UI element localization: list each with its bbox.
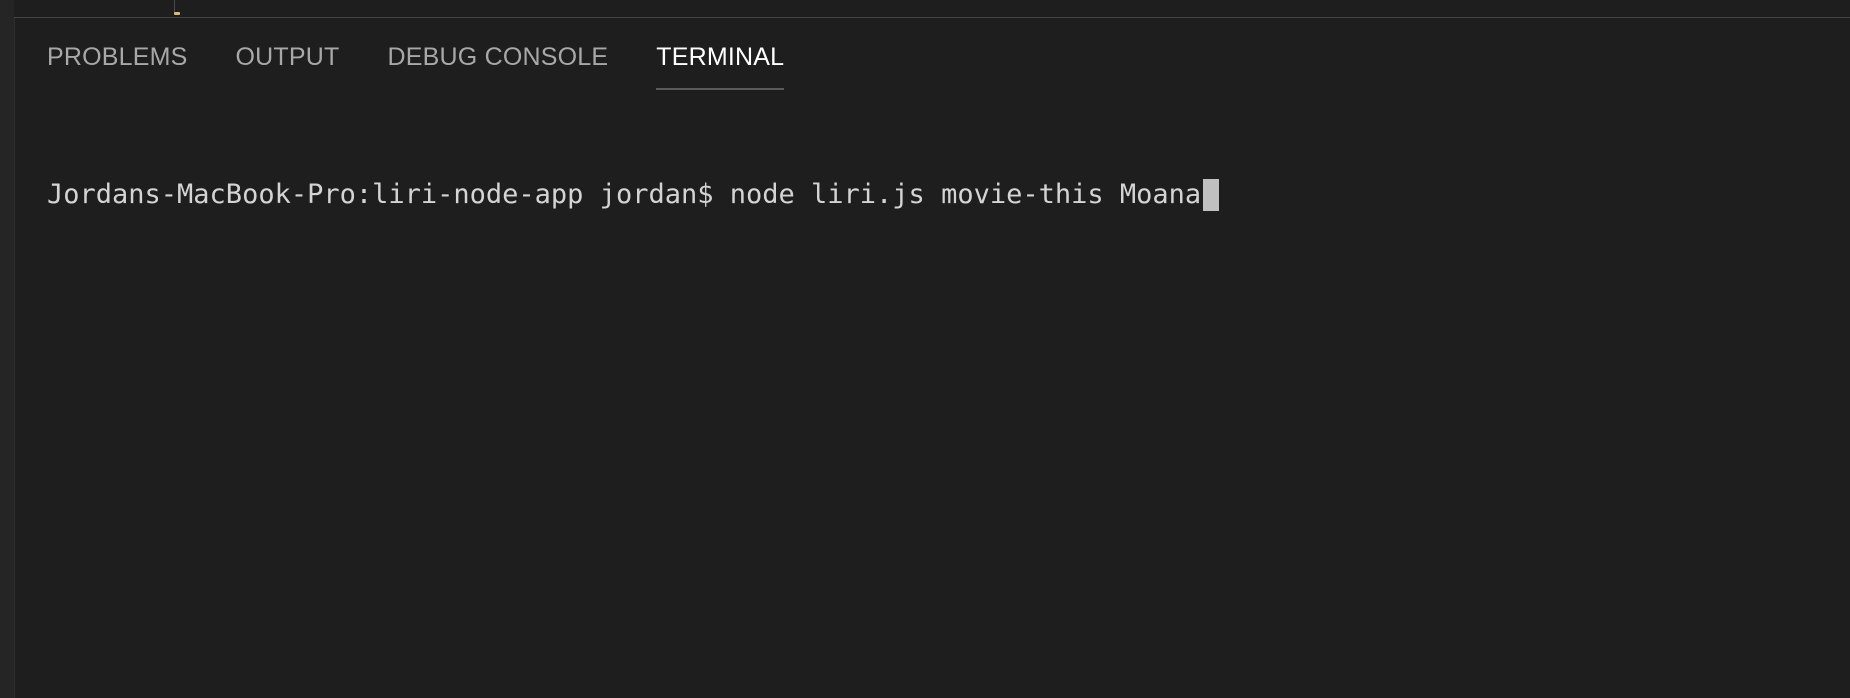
terminal-command: node liri.js movie-this Moana [729, 179, 1202, 210]
editor-area [14, 0, 1850, 17]
terminal-output[interactable]: Jordans-MacBook-Pro:liri-node-app jordan… [47, 105, 1830, 688]
panel-tabs: PROBLEMS OUTPUT DEBUG CONSOLE TERMINAL [47, 26, 832, 96]
indent-guide [174, 0, 175, 12]
terminal-line: Jordans-MacBook-Pro:liri-node-app jordan… [47, 177, 1830, 213]
tab-problems[interactable]: PROBLEMS [47, 26, 188, 92]
activity-gutter [0, 0, 15, 698]
terminal-cursor [1203, 179, 1220, 211]
tab-output[interactable]: OUTPUT [236, 26, 340, 92]
bracket-highlight [174, 12, 180, 15]
tab-debug-console[interactable]: DEBUG CONSOLE [388, 26, 609, 92]
terminal-prompt: Jordans-MacBook-Pro:liri-node-app jordan… [47, 179, 714, 210]
tab-terminal[interactable]: TERMINAL [656, 26, 785, 92]
vscode-window: PROBLEMS OUTPUT DEBUG CONSOLE TERMINAL J… [0, 0, 1850, 698]
